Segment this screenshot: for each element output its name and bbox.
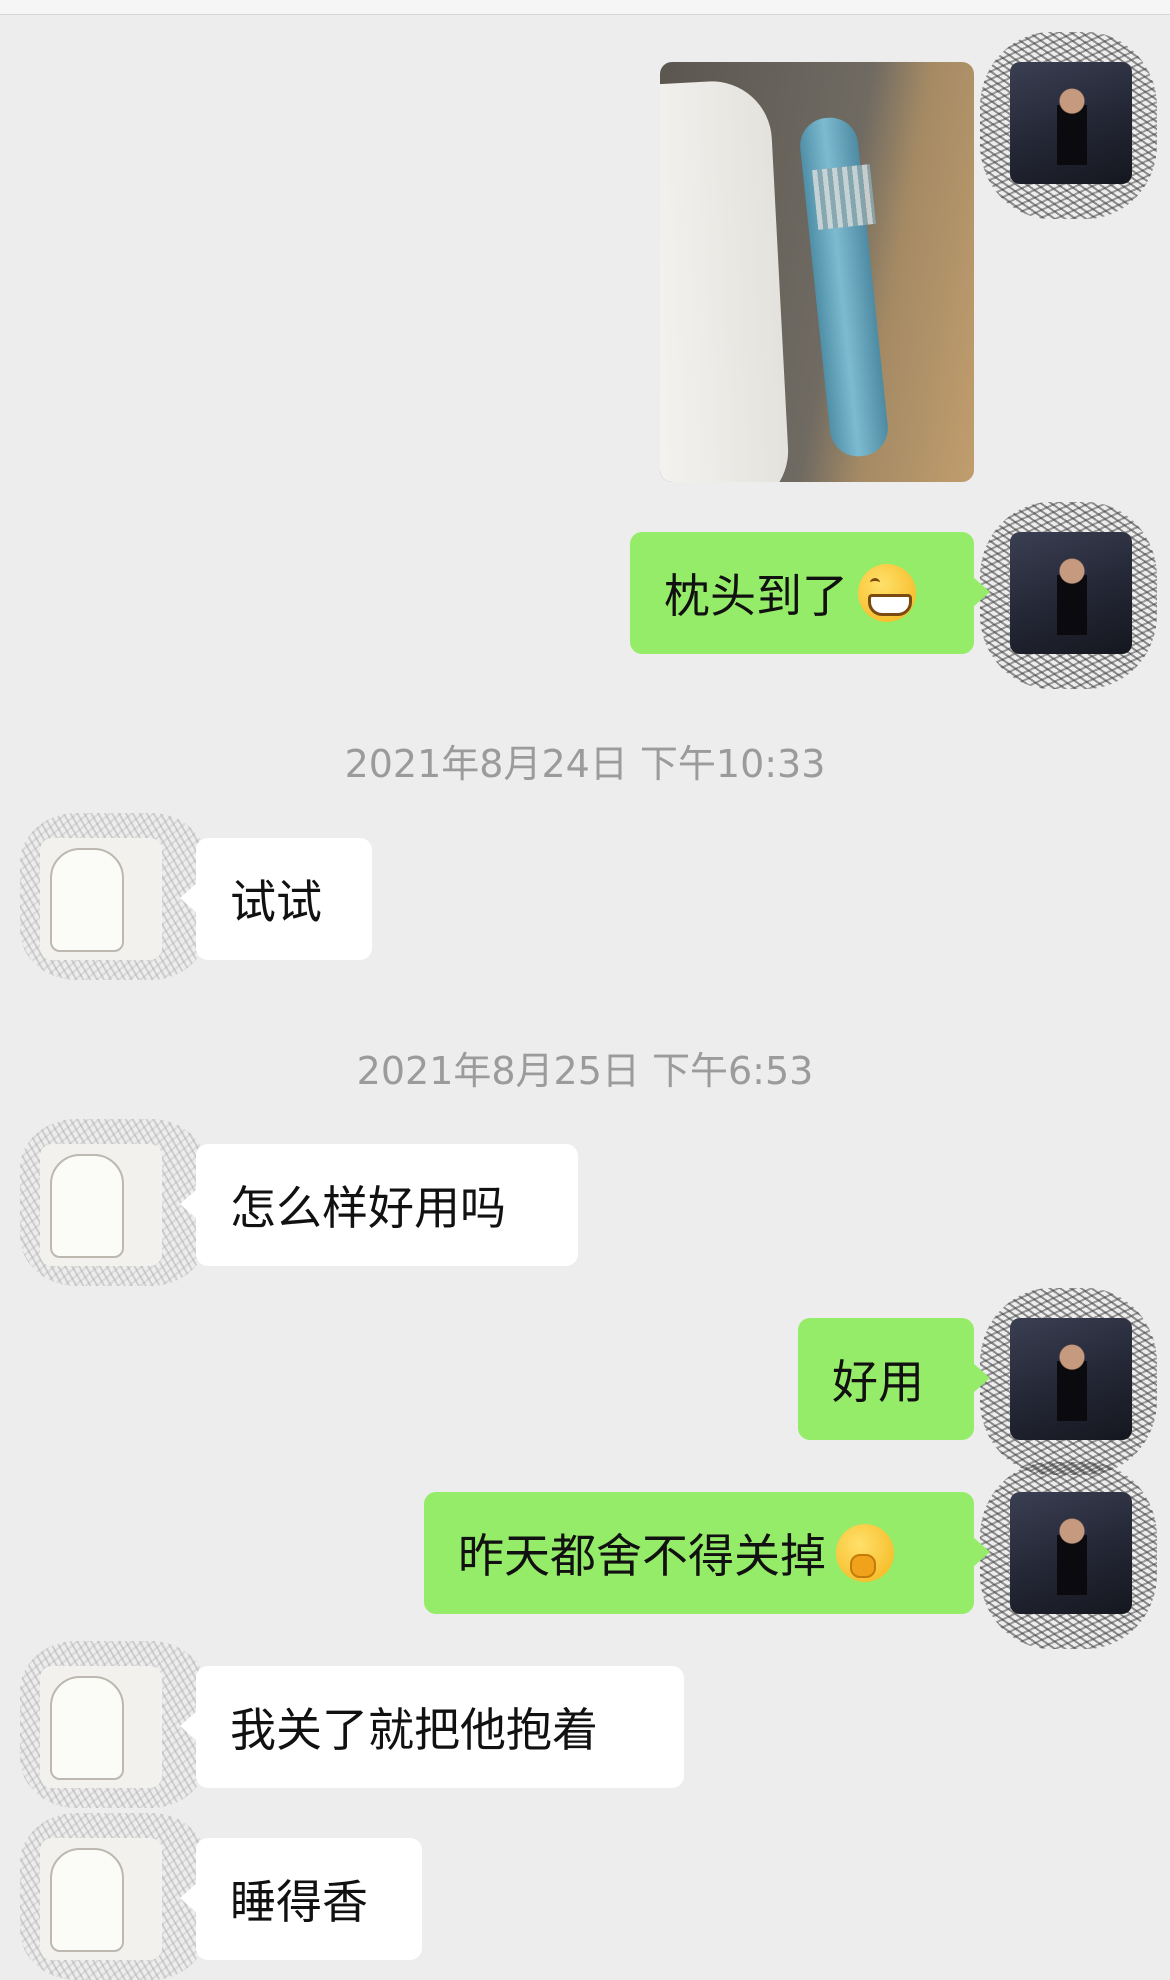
message-bubble-incoming[interactable]: 睡得香 bbox=[180, 1838, 422, 1960]
message-text: 我关了就把他抱着 bbox=[230, 1703, 598, 1757]
message-text: 怎么样好用吗 bbox=[230, 1181, 506, 1235]
my-avatar[interactable] bbox=[980, 1288, 1157, 1475]
cat-avatar-drawing bbox=[50, 1676, 124, 1780]
message-text: 试试 bbox=[230, 875, 322, 929]
my-avatar[interactable] bbox=[980, 32, 1157, 219]
message-bubble-incoming[interactable]: 怎么样好用吗 bbox=[180, 1144, 578, 1266]
my-avatar[interactable] bbox=[980, 502, 1157, 689]
top-divider bbox=[0, 0, 1170, 15]
avatar-figure bbox=[1050, 80, 1094, 176]
avatar-figure bbox=[1050, 1510, 1094, 1606]
cat-avatar-drawing bbox=[50, 848, 124, 952]
avatar-figure bbox=[1050, 1336, 1094, 1432]
message-bubble-outgoing[interactable]: 枕头到了 bbox=[630, 532, 990, 654]
message-bubble-outgoing[interactable]: 好用 bbox=[798, 1318, 990, 1440]
contact-avatar[interactable] bbox=[20, 813, 207, 980]
message-text: 昨天都舍不得关掉 bbox=[458, 1529, 826, 1583]
message-text: 睡得香 bbox=[230, 1875, 368, 1929]
contact-avatar[interactable] bbox=[20, 1641, 207, 1808]
timestamp: 2021年8月24日 下午10:33 bbox=[344, 742, 826, 786]
timestamp: 2021年8月25日 下午6:53 bbox=[356, 1049, 814, 1093]
message-bubble-incoming[interactable]: 我关了就把他抱着 bbox=[180, 1666, 684, 1788]
photo-pillow bbox=[660, 78, 792, 482]
contact-avatar[interactable] bbox=[20, 1813, 207, 1980]
photo-band bbox=[812, 164, 876, 230]
avatar-figure bbox=[1050, 550, 1094, 646]
cat-avatar-drawing bbox=[50, 1848, 124, 1952]
message-bubble-outgoing[interactable]: 昨天都舍不得关掉 bbox=[424, 1492, 990, 1614]
message-text: 枕头到了 bbox=[664, 569, 848, 623]
thinking-face-icon bbox=[836, 1524, 894, 1582]
cat-avatar-drawing bbox=[50, 1154, 124, 1258]
message-bubble-incoming[interactable]: 试试 bbox=[180, 838, 372, 960]
image-message[interactable] bbox=[660, 62, 974, 482]
contact-avatar[interactable] bbox=[20, 1119, 207, 1286]
my-avatar[interactable] bbox=[980, 1462, 1157, 1649]
message-text: 好用 bbox=[832, 1355, 924, 1409]
grinning-face-icon bbox=[858, 564, 916, 622]
